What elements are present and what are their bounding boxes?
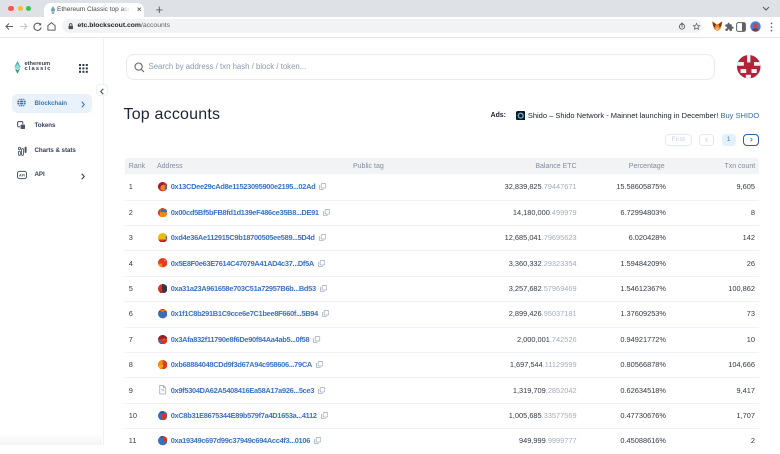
svg-text:API: API [19, 173, 25, 177]
